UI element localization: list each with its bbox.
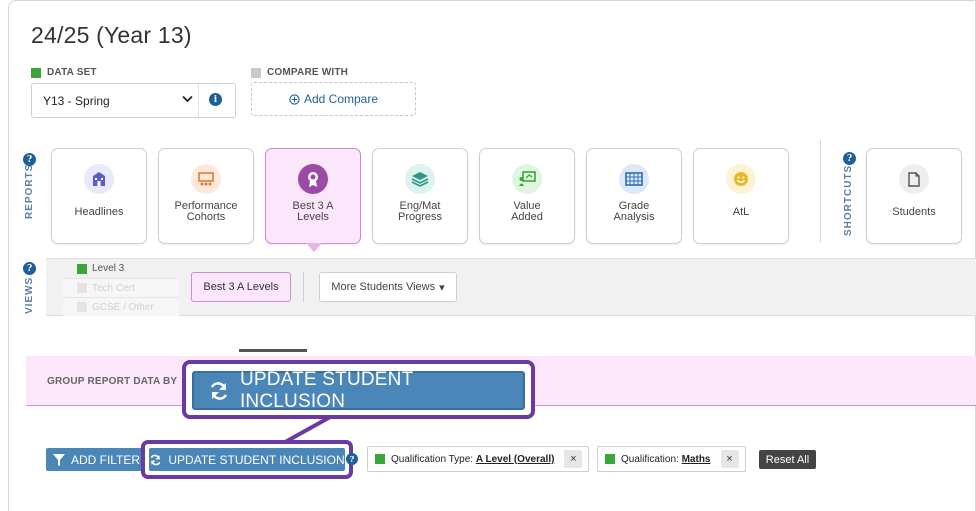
layers-icon — [405, 164, 435, 194]
report-card-performance-cohorts[interactable]: Performance Cohorts — [158, 148, 254, 244]
chip-value: A Level (Overall) — [475, 453, 555, 465]
more-students-views-button[interactable]: More Students Views ▾ — [319, 272, 457, 302]
card-label: AtL — [732, 206, 750, 218]
add-compare-label: Add Compare — [303, 92, 379, 106]
card-label-line2: Levels — [297, 211, 329, 223]
chip-key: Qualification: — [621, 453, 679, 465]
square-icon — [77, 302, 87, 312]
grey-square-icon — [251, 67, 261, 78]
card-label-line2: Added — [511, 211, 543, 223]
chip-value: Maths — [681, 453, 711, 465]
classroom-icon — [191, 164, 221, 194]
square-icon — [77, 283, 87, 293]
update-inclusion-label: UPDATE STUDENT INCLUSION — [168, 452, 345, 467]
level-item-level-3[interactable]: Level 3 — [63, 259, 179, 278]
green-square-icon — [31, 67, 41, 78]
level-selector: Level 3 Tech Cert GCSE / Other — [63, 259, 179, 316]
shortcut-card-students[interactable]: Students — [866, 148, 962, 244]
report-card-value-added[interactable]: Value Added — [479, 148, 575, 244]
page-title: 24/25 (Year 13) — [31, 22, 192, 48]
school-icon — [84, 164, 114, 194]
tab-underline — [239, 349, 307, 352]
smiley-icon — [726, 164, 756, 194]
dataset-label: DATA SET — [31, 67, 97, 78]
green-square-icon — [375, 454, 385, 464]
dataset-select-value: Y13 - Spring — [43, 93, 110, 108]
chip-text: Qualification: Maths — [621, 454, 711, 465]
reports-side-label: REPORTS — [24, 163, 35, 219]
chip-key: Qualification Type: — [391, 453, 474, 465]
best-3-a-levels-view-button[interactable]: Best 3 A Levels — [191, 272, 291, 302]
update-student-inclusion-button-zoomed[interactable]: UPDATE STUDENT INCLUSION — [192, 368, 525, 412]
select-divider — [198, 84, 199, 117]
filter-chip-qualification-type: Qualification Type: A Level (Overall) × — [367, 446, 589, 472]
level-label: GCSE / Other — [92, 301, 154, 313]
more-views-label: More Students Views — [331, 281, 436, 293]
refresh-icon — [151, 454, 161, 465]
document-icon — [899, 164, 929, 194]
shortcuts-help-icon[interactable]: ? — [843, 152, 856, 165]
filter-chip-qualification: Qualification: Maths × — [597, 446, 746, 472]
card-label-line2: Progress — [397, 211, 443, 223]
report-card-eng-mat-progress[interactable]: Eng/Mat Progress — [372, 148, 468, 244]
level-item-gcse-other[interactable]: GCSE / Other — [63, 297, 179, 316]
green-square-icon — [77, 263, 87, 274]
views-help-icon[interactable]: ? — [23, 262, 36, 275]
level-label: Level 3 — [92, 263, 125, 274]
filter-icon — [52, 453, 65, 466]
card-label-line2: Analysis — [613, 211, 655, 223]
remove-filter-button[interactable]: × — [720, 450, 739, 468]
level-label: Tech Cert — [92, 282, 135, 294]
update-inclusion-label: UPDATE STUDENT INCLUSION — [239, 368, 414, 412]
reports-help-icon[interactable]: ? — [23, 153, 36, 166]
compare-label: COMPARE WITH — [251, 67, 348, 78]
info-icon[interactable]: i — [209, 93, 222, 106]
add-compare-button[interactable]: Add Compare — [251, 82, 416, 116]
group-report-label: GROUP REPORT DATA BY — [47, 376, 178, 387]
plus-circle-icon — [289, 93, 300, 105]
dataset-label-text: DATA SET — [47, 67, 97, 78]
level-item-tech-cert[interactable]: Tech Cert — [63, 278, 179, 297]
help-icon[interactable]: ? — [346, 453, 358, 465]
presentation-icon — [512, 164, 542, 194]
report-card-best-3-a-levels[interactable]: Best 3 A Levels — [265, 148, 361, 252]
update-student-inclusion-button[interactable]: UPDATE STUDENT INCLUSION — [149, 448, 345, 471]
report-card-atl[interactable]: AtL — [693, 148, 789, 244]
add-filter-label: ADD FILTER — [70, 452, 141, 467]
report-card-grade-analysis[interactable]: Grade Analysis — [586, 148, 682, 244]
green-square-icon — [605, 454, 615, 464]
report-card-headlines[interactable]: Headlines — [51, 148, 147, 244]
card-label-line2: Cohorts — [186, 211, 226, 223]
compare-label-text: COMPARE WITH — [267, 67, 349, 78]
shortcuts-side-label: SHORTCUTS — [843, 164, 854, 236]
dataset-select[interactable]: Y13 - Spring — [31, 83, 236, 118]
chip-text: Qualification Type: A Level (Overall) — [391, 454, 554, 465]
views-band — [46, 258, 976, 316]
section-divider — [820, 140, 821, 243]
grid-icon — [619, 164, 649, 194]
remove-filter-button[interactable]: × — [564, 450, 583, 468]
reset-all-button[interactable]: Reset All — [759, 450, 816, 469]
views-side-label: VIEWS — [24, 276, 35, 314]
chevron-down-icon — [182, 94, 193, 106]
caret-down-icon: ▾ — [439, 281, 445, 294]
view-divider — [303, 272, 304, 302]
refresh-icon — [210, 381, 228, 400]
award-icon — [298, 164, 328, 194]
card-label: Students — [892, 206, 936, 218]
app-panel — [8, 0, 976, 511]
add-filter-button[interactable]: ADD FILTER — [46, 448, 147, 471]
card-label: Headlines — [74, 206, 124, 218]
